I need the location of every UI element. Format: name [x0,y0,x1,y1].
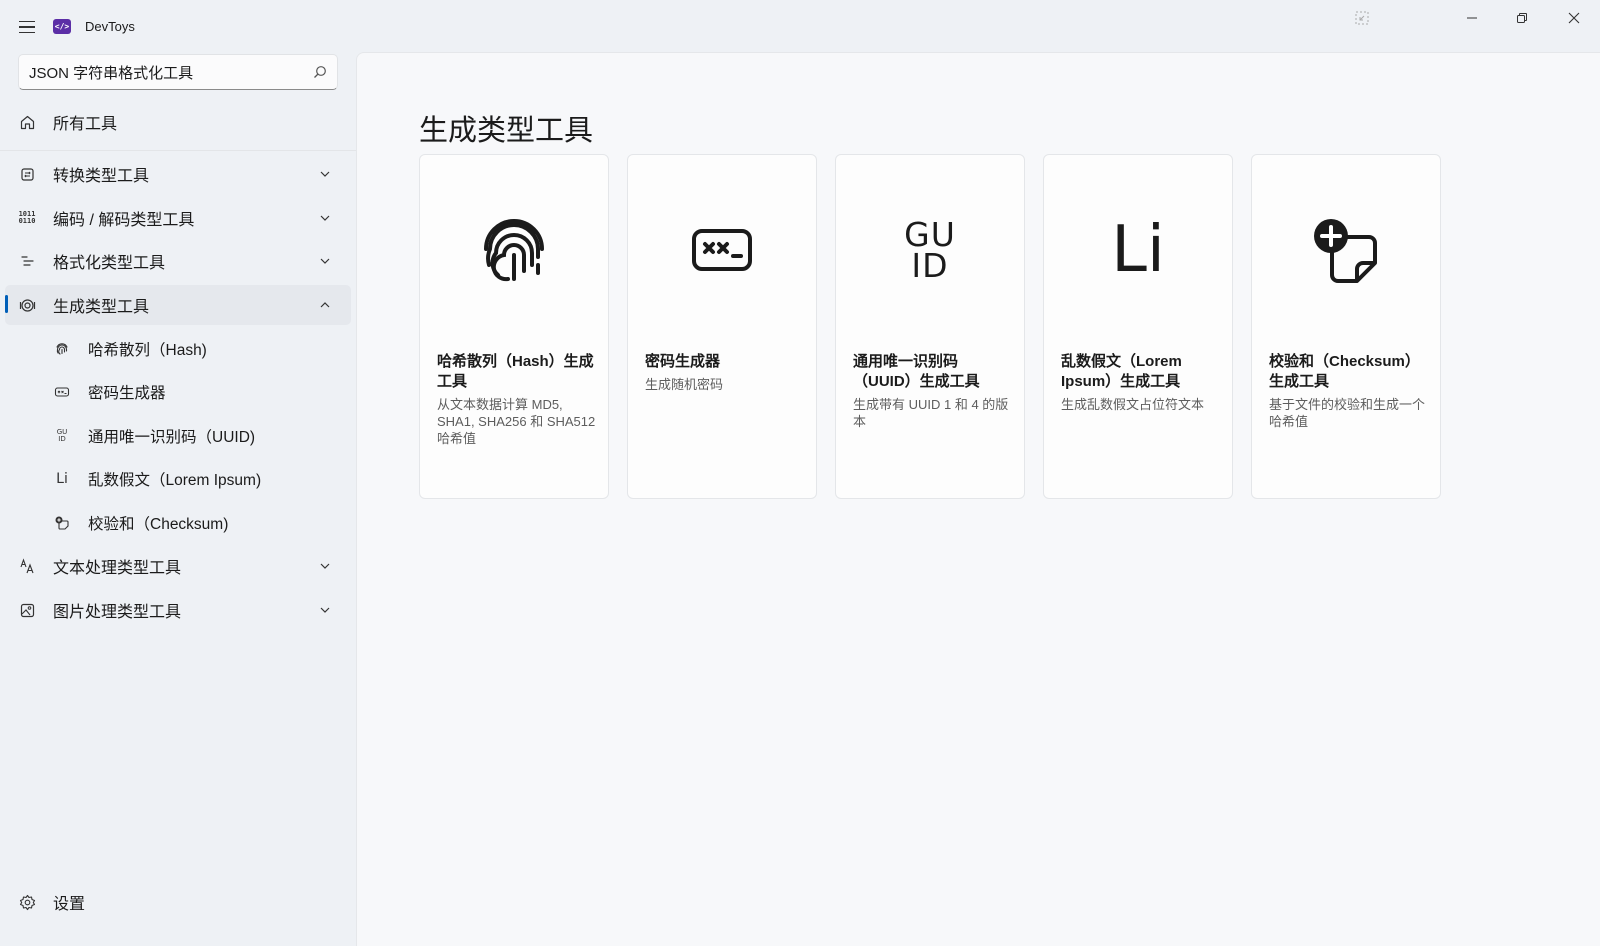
app-logo: </> [53,19,71,34]
card-visual [628,155,816,345]
tool-card-uuid[interactable]: GU ID 通用唯一识别码（UUID）生成工具 生成带有 UUID 1 和 4 … [835,154,1025,499]
nav-group-formatters[interactable]: 格式化类型工具 [5,241,351,281]
main-content: 生成类型工具 哈希散列（Hash）生成工具 从文本数据计算 MD5, SHA1,… [356,52,1600,946]
card-title: 通用唯一识别码（UUID）生成工具 [853,353,980,390]
card-title: 密码生成器 [645,353,721,370]
guid-icon: GU ID [53,427,71,445]
chevron-down-icon [320,215,330,221]
nav-group-text[interactable]: 文本处理类型工具 [5,546,351,586]
fingerprint-icon [53,340,71,358]
card-visual [420,155,608,345]
home-icon [18,113,36,131]
nav-group-image[interactable]: 图片处理类型工具 [5,590,351,630]
converter-icon [18,165,36,183]
chevron-down-icon [320,607,330,613]
card-description: 生成随机密码 [645,377,724,392]
guid-bottom-text: ID [911,246,949,285]
chevron-up-icon [320,302,330,308]
nav-label: 生成类型工具 [53,299,150,316]
nav-group-encoders[interactable]: 1011 0110 编码 / 解码类型工具 [5,198,351,238]
password-icon [692,229,752,271]
minimize-icon[interactable] [1448,0,1496,36]
tool-card-hash[interactable]: 哈希散列（Hash）生成工具 从文本数据计算 MD5, SHA1, SHA256… [419,154,609,499]
nav-settings[interactable]: 设置 [5,882,351,922]
binary-icon: 1011 0110 [18,210,36,225]
text-icon [18,557,36,575]
chevron-down-icon [320,171,330,177]
card-title: 校验和（Checksum）生成工具 [1269,353,1420,390]
nav-label: 文本处理类型工具 [53,560,182,577]
chevron-down-icon [320,563,330,569]
image-icon [18,601,36,619]
nav-group-generators[interactable]: 生成类型工具 [5,285,351,325]
nav-label: 设置 [53,896,86,913]
fingerprint-icon [484,219,544,282]
page-title: 生成类型工具 [419,115,594,147]
nav-label: 通用唯一识别码（UUID) [88,429,256,446]
nav-item-lorem[interactable]: Li 乱数假文（Lorem Ipsum) [5,459,351,499]
nav-label: 所有工具 [53,116,118,133]
nav-label: 转换类型工具 [53,168,150,185]
card-title: 乱数假文（Lorem Ipsum）生成工具 [1061,353,1182,390]
tool-card-lorem[interactable]: Li 乱数假文（Lorem Ipsum）生成工具 生成乱数假文占位符文本 [1043,154,1233,499]
tool-card-password[interactable]: 密码生成器 生成随机密码 [627,154,817,499]
nav-label: 格式化类型工具 [53,255,166,272]
divider [0,150,356,151]
nav-label: 编码 / 解码类型工具 [53,212,195,229]
password-icon [53,383,71,401]
guid-bottom-text: ID [58,435,66,443]
sidebar: 所有工具 转换类型工具 10110110 编码 / 解码类型工具 格式化类型工具… [0,52,356,946]
checksum-icon [1314,219,1377,283]
tool-card-checksum[interactable]: 校验和（Checksum）生成工具 基于文件的校验和生成一个哈希值 [1251,154,1441,499]
card-description: 从文本数据计算 MD5, SHA1, SHA256 和 SHA512 哈希值 [437,397,596,446]
generator-icon [18,296,36,314]
nav-item-uuid[interactable]: GU ID 通用唯一识别码（UUID) [5,416,351,456]
close-icon[interactable] [1550,0,1598,36]
search-icon[interactable] [313,65,327,79]
card-visual [1252,155,1440,345]
app-title: DevToys [85,19,135,34]
menu-icon[interactable] [14,14,40,40]
search-input[interactable] [29,55,299,89]
gear-icon [18,893,36,911]
lorem-icon: Li [1111,213,1165,287]
card-visual: GU ID [836,155,1024,345]
nav-group-converters[interactable]: 转换类型工具 [5,154,351,194]
search-box[interactable] [18,54,338,90]
format-lines-icon [18,252,36,270]
nav-label: 密码生成器 [88,385,166,402]
nav-all-tools[interactable]: 所有工具 [5,102,351,142]
nav-item-checksum[interactable]: 校验和（Checksum) [5,503,351,543]
nav-item-hash[interactable]: 哈希散列（Hash) [5,329,351,369]
compact-overlay-icon[interactable] [1338,0,1386,36]
selection-indicator [5,295,8,313]
card-description: 生成带有 UUID 1 和 4 的版本 [853,397,1009,429]
nav-item-password[interactable]: 密码生成器 [5,372,351,412]
nav-label: 哈希散列（Hash) [88,342,207,359]
nav-label: 图片处理类型工具 [53,604,182,621]
checksum-icon [53,514,71,532]
card-visual: Li [1044,155,1232,345]
card-description: 生成乱数假文占位符文本 [1061,397,1205,412]
card-title: 哈希散列（Hash）生成工具 [437,353,594,390]
restore-icon[interactable] [1498,0,1546,36]
nav-label: 校验和（Checksum) [88,516,229,533]
lorem-icon-text: Li [56,471,68,487]
lorem-icon: Li [53,470,71,488]
card-description: 基于文件的校验和生成一个哈希值 [1269,397,1426,429]
chevron-down-icon [320,258,330,264]
nav-label: 乱数假文（Lorem Ipsum) [88,472,262,489]
title-bar: </> DevToys [0,0,1600,52]
